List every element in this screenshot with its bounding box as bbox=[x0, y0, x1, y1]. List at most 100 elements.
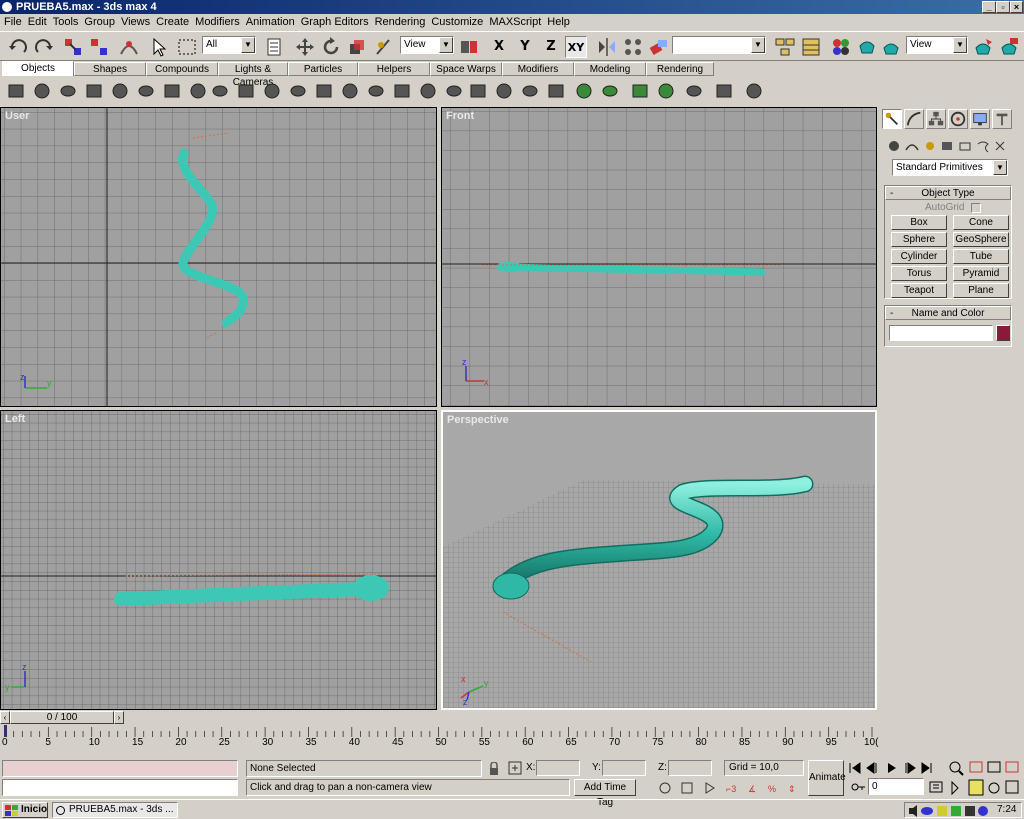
menu-item-rendering[interactable]: Rendering bbox=[375, 16, 426, 28]
tray-app-icon[interactable] bbox=[951, 806, 961, 816]
pivot-center-icon[interactable] bbox=[458, 36, 480, 58]
named-selection-dropdown[interactable]: ▼ bbox=[672, 36, 766, 54]
menu-item-animation[interactable]: Animation bbox=[246, 16, 295, 28]
create-box-icon[interactable] bbox=[6, 81, 26, 101]
tab-lights-cameras[interactable]: Lights & Cameras bbox=[218, 62, 288, 88]
go-to-end-icon[interactable] bbox=[921, 762, 932, 774]
maxscript-input[interactable] bbox=[2, 779, 238, 796]
select-by-name-icon[interactable] bbox=[264, 36, 286, 58]
quick-render-icon[interactable] bbox=[880, 36, 902, 58]
motion-tab-icon[interactable] bbox=[948, 109, 968, 129]
create-geosphere-icon[interactable] bbox=[162, 81, 182, 101]
snake-object-left[interactable] bbox=[114, 582, 368, 606]
selection-filter-dropdown[interactable]: All ▼ bbox=[202, 36, 256, 54]
tab-objects[interactable]: Objects bbox=[2, 61, 74, 76]
rectangular-selection-icon[interactable] bbox=[176, 36, 198, 58]
menu-item-customize[interactable]: Customize bbox=[431, 16, 483, 28]
tab-modeling[interactable]: Modeling bbox=[574, 62, 646, 76]
create-loft-icon[interactable] bbox=[656, 81, 676, 101]
create-terrain-icon[interactable] bbox=[714, 81, 734, 101]
create-sphere-icon[interactable] bbox=[32, 81, 52, 101]
volume-icon[interactable] bbox=[909, 805, 917, 817]
field-of-view-icon[interactable] bbox=[951, 780, 959, 796]
scale-icon[interactable] bbox=[346, 36, 368, 58]
category-dropdown[interactable]: Standard Primitives ▼ bbox=[892, 159, 1008, 176]
viewport-label-perspective[interactable]: Perspective bbox=[447, 414, 509, 426]
tab-space-warps[interactable]: Space Warps bbox=[430, 62, 502, 76]
zoom-extents-icon[interactable] bbox=[987, 761, 1001, 773]
next-frame-icon[interactable] bbox=[905, 762, 916, 774]
create-hedra-icon[interactable] bbox=[262, 81, 282, 101]
absolute-mode-icon[interactable] bbox=[508, 761, 522, 776]
z-coord-field[interactable] bbox=[668, 760, 712, 776]
restrict-x-button[interactable]: X bbox=[488, 36, 510, 58]
maxscript-listener-mini[interactable] bbox=[2, 760, 238, 777]
trackbar[interactable]: 0 5 10 15 20 25 30 35 40 45 50 55 60 65 70 75 80 85 90 95 10… bbox=[0, 725, 880, 749]
viewport-left[interactable]: Left y z bbox=[0, 410, 437, 710]
zoom-extents-all-icon[interactable] bbox=[1005, 761, 1019, 773]
zoom-icon[interactable] bbox=[949, 761, 961, 773]
shapes-icon[interactable] bbox=[905, 144, 919, 151]
menu-item-file[interactable]: File bbox=[4, 16, 22, 28]
min-max-toggle-icon[interactable] bbox=[1005, 780, 1019, 794]
schematic-view-icon[interactable] bbox=[800, 36, 822, 58]
utilities-tab-icon[interactable] bbox=[992, 109, 1012, 129]
menu-item-edit[interactable]: Edit bbox=[28, 16, 47, 28]
menu-item-create[interactable]: Create bbox=[156, 16, 189, 28]
helpers-icon[interactable] bbox=[959, 142, 971, 151]
snake-object-front[interactable] bbox=[496, 263, 766, 276]
slider-next-icon[interactable]: › bbox=[114, 711, 124, 724]
name-color-title[interactable]: - Name and Color bbox=[885, 306, 1011, 320]
plane-button[interactable]: Plane bbox=[953, 283, 1009, 298]
array-icon[interactable] bbox=[622, 36, 644, 58]
reference-coordinate-dropdown[interactable]: View ▼ bbox=[400, 36, 454, 54]
viewport-label-left[interactable]: Left bbox=[5, 413, 25, 425]
percent-snap-icon[interactable]: % bbox=[768, 784, 776, 794]
mirror-icon[interactable] bbox=[596, 36, 618, 58]
render-scene-icon[interactable] bbox=[856, 36, 878, 58]
box-button[interactable]: Box bbox=[891, 215, 947, 230]
monitor-icon[interactable] bbox=[965, 806, 975, 816]
teapot-button[interactable]: Teapot bbox=[891, 283, 947, 298]
current-frame-marker[interactable] bbox=[4, 725, 7, 737]
create-prism-icon[interactable] bbox=[444, 81, 464, 101]
create-bone-icon[interactable] bbox=[744, 81, 764, 101]
create-torus-icon[interactable] bbox=[84, 81, 104, 101]
close-button[interactable]: × bbox=[1010, 1, 1023, 13]
window-crossing-icon[interactable] bbox=[681, 782, 693, 794]
object-type-title[interactable]: - Object Type bbox=[885, 186, 1011, 200]
display-tab-icon[interactable] bbox=[970, 109, 990, 129]
create-connect-icon[interactable] bbox=[630, 81, 650, 101]
degradation-override-icon[interactable] bbox=[659, 782, 671, 794]
arc-rotate-icon[interactable] bbox=[988, 782, 1000, 794]
snap-toggle-icon[interactable] bbox=[705, 782, 715, 794]
time-slider-thumb[interactable]: 0 / 100 bbox=[10, 711, 114, 724]
space-warps-icon[interactable] bbox=[977, 141, 989, 153]
torus-button[interactable]: Torus bbox=[891, 266, 947, 281]
select-object-icon[interactable] bbox=[148, 36, 170, 58]
start-button[interactable]: Inicio bbox=[2, 802, 48, 818]
current-frame-field[interactable]: 0 bbox=[868, 778, 924, 795]
tab-shapes[interactable]: Shapes bbox=[74, 62, 146, 76]
menu-item-tools[interactable]: Tools bbox=[53, 16, 79, 28]
angle-snap-icon[interactable]: ∡ bbox=[748, 784, 756, 794]
create-capsule-icon[interactable] bbox=[494, 81, 514, 101]
menu-item-help[interactable]: Help bbox=[547, 16, 570, 28]
y-coord-field[interactable] bbox=[602, 760, 646, 776]
create-c-ext-icon[interactable] bbox=[546, 81, 566, 101]
menu-item-graph-editors[interactable]: Graph Editors bbox=[301, 16, 369, 28]
cone-button[interactable]: Cone bbox=[953, 215, 1009, 230]
redo-icon[interactable] bbox=[32, 36, 54, 58]
zoom-all-icon[interactable] bbox=[969, 761, 983, 773]
material-editor-icon[interactable] bbox=[830, 36, 852, 58]
viewport-perspective[interactable]: Perspective y x z bbox=[441, 410, 877, 710]
render-type-dropdown[interactable]: View ▼ bbox=[906, 36, 968, 54]
active-shade-icon[interactable] bbox=[998, 36, 1020, 58]
systems-icon[interactable] bbox=[995, 141, 1005, 151]
autogrid-checkbox[interactable] bbox=[971, 203, 981, 213]
unlink-selection-icon[interactable] bbox=[88, 36, 110, 58]
create-chamfer-box-icon[interactable] bbox=[314, 81, 334, 101]
key-mode-icon[interactable] bbox=[850, 780, 866, 794]
align-icon[interactable] bbox=[648, 36, 670, 58]
cylinder-button[interactable]: Cylinder bbox=[891, 249, 947, 264]
